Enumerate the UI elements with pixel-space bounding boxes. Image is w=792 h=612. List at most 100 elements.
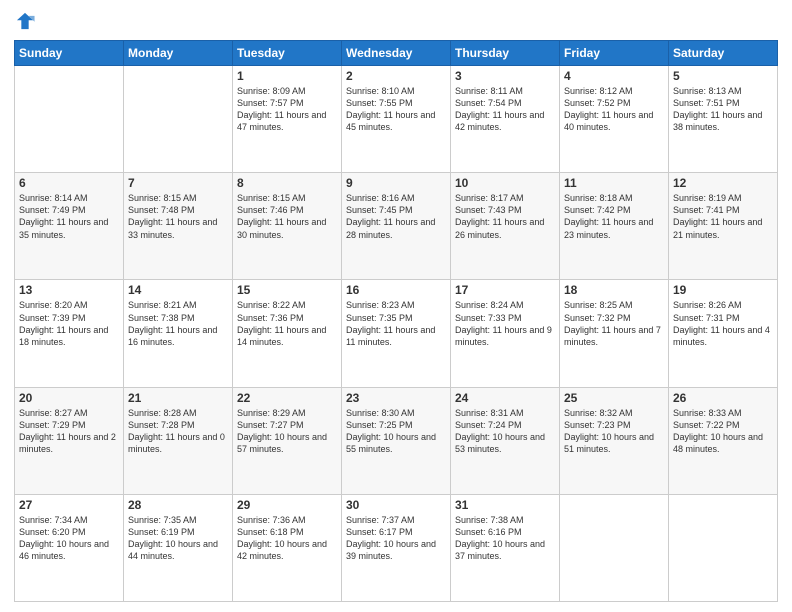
- calendar-cell: 29Sunrise: 7:36 AM Sunset: 6:18 PM Dayli…: [233, 494, 342, 601]
- day-number: 5: [673, 69, 773, 83]
- calendar-week-4: 20Sunrise: 8:27 AM Sunset: 7:29 PM Dayli…: [15, 387, 778, 494]
- calendar-cell: 25Sunrise: 8:32 AM Sunset: 7:23 PM Dayli…: [560, 387, 669, 494]
- day-info: Sunrise: 7:35 AM Sunset: 6:19 PM Dayligh…: [128, 514, 228, 563]
- day-info: Sunrise: 8:13 AM Sunset: 7:51 PM Dayligh…: [673, 85, 773, 134]
- day-number: 19: [673, 283, 773, 297]
- calendar-cell: 26 Sunrise: 8:33 AM Sunset: 7:22 PM Dayli…: [669, 387, 778, 494]
- calendar-cell: [15, 66, 124, 173]
- day-info: Sunrise: 8:21 AM Sunset: 7:38 PM Dayligh…: [128, 299, 228, 348]
- day-info: Sunrise: 8:32 AM Sunset: 7:23 PM Dayligh…: [564, 407, 664, 456]
- day-number: 2: [346, 69, 446, 83]
- header: [14, 10, 778, 32]
- day-number: 21: [128, 391, 228, 405]
- day-info: Sunrise: 8:31 AM Sunset: 7:24 PM Dayligh…: [455, 407, 555, 456]
- calendar-cell: 23 Sunrise: 8:30 AM Sunset: 7:25 PM Dayli…: [342, 387, 451, 494]
- day-info: Sunrise: 7:34 AM Sunset: 6:20 PM Dayligh…: [19, 514, 119, 563]
- day-number: 7: [128, 176, 228, 190]
- calendar-cell: 8 Sunrise: 8:15 AM Sunset: 7:46 PM Daylig…: [233, 173, 342, 280]
- day-info: Sunrise: 8:22 AM Sunset: 7:36 PM Dayligh…: [237, 299, 337, 348]
- calendar-cell: 30 Sunrise: 7:37 AM Sunset: 6:17 PM Dayli…: [342, 494, 451, 601]
- day-number: 23: [346, 391, 446, 405]
- day-number: 24: [455, 391, 555, 405]
- calendar-cell: 22 Sunrise: 8:29 AM Sunset: 7:27 PM Dayli…: [233, 387, 342, 494]
- calendar-cell: 28 Sunrise: 7:35 AM Sunset: 6:19 PM Dayli…: [124, 494, 233, 601]
- day-info: Sunrise: 8:30 AM Sunset: 7:25 PM Dayligh…: [346, 407, 446, 456]
- day-number: 9: [346, 176, 446, 190]
- logo: [14, 10, 38, 32]
- calendar-cell: 2 Sunrise: 8:10 AM Sunset: 7:55 PM Daylig…: [342, 66, 451, 173]
- calendar-week-2: 6 Sunrise: 8:14 AM Sunset: 7:49 PM Daylig…: [15, 173, 778, 280]
- day-info: Sunrise: 8:18 AM Sunset: 7:42 PM Dayligh…: [564, 192, 664, 241]
- calendar-cell: [560, 494, 669, 601]
- calendar-cell: 27 Sunrise: 7:34 AM Sunset: 6:20 PM Dayli…: [15, 494, 124, 601]
- day-number: 1: [237, 69, 337, 83]
- weekday-header-thursday: Thursday: [451, 41, 560, 66]
- weekday-header-row: SundayMondayTuesdayWednesdayThursdayFrid…: [15, 41, 778, 66]
- weekday-header-monday: Monday: [124, 41, 233, 66]
- day-info: Sunrise: 8:14 AM Sunset: 7:49 PM Dayligh…: [19, 192, 119, 241]
- day-info: Sunrise: 7:36 AM Sunset: 6:18 PM Dayligh…: [237, 514, 337, 563]
- weekday-header-tuesday: Tuesday: [233, 41, 342, 66]
- day-info: Sunrise: 8:11 AM Sunset: 7:54 PM Dayligh…: [455, 85, 555, 134]
- day-number: 27: [19, 498, 119, 512]
- day-number: 10: [455, 176, 555, 190]
- day-info: Sunrise: 8:15 AM Sunset: 7:46 PM Dayligh…: [237, 192, 337, 241]
- day-number: 15: [237, 283, 337, 297]
- calendar-cell: 12Sunrise: 8:19 AM Sunset: 7:41 PM Dayli…: [669, 173, 778, 280]
- day-info: Sunrise: 8:26 AM Sunset: 7:31 PM Dayligh…: [673, 299, 773, 348]
- calendar-cell: [669, 494, 778, 601]
- logo-icon: [14, 10, 36, 32]
- calendar-cell: 21 Sunrise: 8:28 AM Sunset: 7:28 PM Dayli…: [124, 387, 233, 494]
- calendar-cell: 31Sunrise: 7:38 AM Sunset: 6:16 PM Dayli…: [451, 494, 560, 601]
- calendar-cell: 18 Sunrise: 8:25 AM Sunset: 7:32 PM Dayli…: [560, 280, 669, 387]
- weekday-header-friday: Friday: [560, 41, 669, 66]
- day-info: Sunrise: 8:29 AM Sunset: 7:27 PM Dayligh…: [237, 407, 337, 456]
- day-info: Sunrise: 8:23 AM Sunset: 7:35 PM Dayligh…: [346, 299, 446, 348]
- day-info: Sunrise: 8:24 AM Sunset: 7:33 PM Dayligh…: [455, 299, 555, 348]
- calendar-cell: 15 Sunrise: 8:22 AM Sunset: 7:36 PM Dayli…: [233, 280, 342, 387]
- day-number: 18: [564, 283, 664, 297]
- calendar-cell: 5 Sunrise: 8:13 AM Sunset: 7:51 PM Daylig…: [669, 66, 778, 173]
- calendar-week-1: 1 Sunrise: 8:09 AM Sunset: 7:57 PM Daylig…: [15, 66, 778, 173]
- calendar-cell: 13Sunrise: 8:20 AM Sunset: 7:39 PM Dayli…: [15, 280, 124, 387]
- calendar-cell: 3Sunrise: 8:11 AM Sunset: 7:54 PM Daylig…: [451, 66, 560, 173]
- day-number: 26: [673, 391, 773, 405]
- page-container: SundayMondayTuesdayWednesdayThursdayFrid…: [0, 0, 792, 612]
- day-info: Sunrise: 8:20 AM Sunset: 7:39 PM Dayligh…: [19, 299, 119, 348]
- day-number: 8: [237, 176, 337, 190]
- calendar-cell: 6 Sunrise: 8:14 AM Sunset: 7:49 PM Daylig…: [15, 173, 124, 280]
- calendar-cell: [124, 66, 233, 173]
- day-info: Sunrise: 8:10 AM Sunset: 7:55 PM Dayligh…: [346, 85, 446, 134]
- day-info: Sunrise: 8:09 AM Sunset: 7:57 PM Dayligh…: [237, 85, 337, 134]
- calendar-cell: 9 Sunrise: 8:16 AM Sunset: 7:45 PM Daylig…: [342, 173, 451, 280]
- day-number: 17: [455, 283, 555, 297]
- day-info: Sunrise: 7:37 AM Sunset: 6:17 PM Dayligh…: [346, 514, 446, 563]
- calendar-cell: 10Sunrise: 8:17 AM Sunset: 7:43 PM Dayli…: [451, 173, 560, 280]
- day-info: Sunrise: 8:15 AM Sunset: 7:48 PM Dayligh…: [128, 192, 228, 241]
- day-info: Sunrise: 8:25 AM Sunset: 7:32 PM Dayligh…: [564, 299, 664, 348]
- calendar-cell: 4Sunrise: 8:12 AM Sunset: 7:52 PM Daylig…: [560, 66, 669, 173]
- day-info: Sunrise: 8:33 AM Sunset: 7:22 PM Dayligh…: [673, 407, 773, 456]
- calendar-cell: 17 Sunrise: 8:24 AM Sunset: 7:33 PM Dayli…: [451, 280, 560, 387]
- day-info: Sunrise: 8:27 AM Sunset: 7:29 PM Dayligh…: [19, 407, 119, 456]
- day-number: 28: [128, 498, 228, 512]
- calendar-cell: 19 Sunrise: 8:26 AM Sunset: 7:31 PM Dayli…: [669, 280, 778, 387]
- day-number: 6: [19, 176, 119, 190]
- weekday-header-saturday: Saturday: [669, 41, 778, 66]
- day-info: Sunrise: 7:38 AM Sunset: 6:16 PM Dayligh…: [455, 514, 555, 563]
- day-info: Sunrise: 8:16 AM Sunset: 7:45 PM Dayligh…: [346, 192, 446, 241]
- calendar-cell: 24 Sunrise: 8:31 AM Sunset: 7:24 PM Dayli…: [451, 387, 560, 494]
- day-number: 30: [346, 498, 446, 512]
- day-info: Sunrise: 8:28 AM Sunset: 7:28 PM Dayligh…: [128, 407, 228, 456]
- day-number: 22: [237, 391, 337, 405]
- weekday-header-sunday: Sunday: [15, 41, 124, 66]
- day-info: Sunrise: 8:19 AM Sunset: 7:41 PM Dayligh…: [673, 192, 773, 241]
- calendar-cell: 1 Sunrise: 8:09 AM Sunset: 7:57 PM Daylig…: [233, 66, 342, 173]
- calendar-week-3: 13Sunrise: 8:20 AM Sunset: 7:39 PM Dayli…: [15, 280, 778, 387]
- calendar-cell: 11Sunrise: 8:18 AM Sunset: 7:42 PM Dayli…: [560, 173, 669, 280]
- calendar-cell: 20Sunrise: 8:27 AM Sunset: 7:29 PM Dayli…: [15, 387, 124, 494]
- calendar-week-5: 27 Sunrise: 7:34 AM Sunset: 6:20 PM Dayli…: [15, 494, 778, 601]
- day-number: 14: [128, 283, 228, 297]
- calendar-cell: 16Sunrise: 8:23 AM Sunset: 7:35 PM Dayli…: [342, 280, 451, 387]
- day-info: Sunrise: 8:12 AM Sunset: 7:52 PM Dayligh…: [564, 85, 664, 134]
